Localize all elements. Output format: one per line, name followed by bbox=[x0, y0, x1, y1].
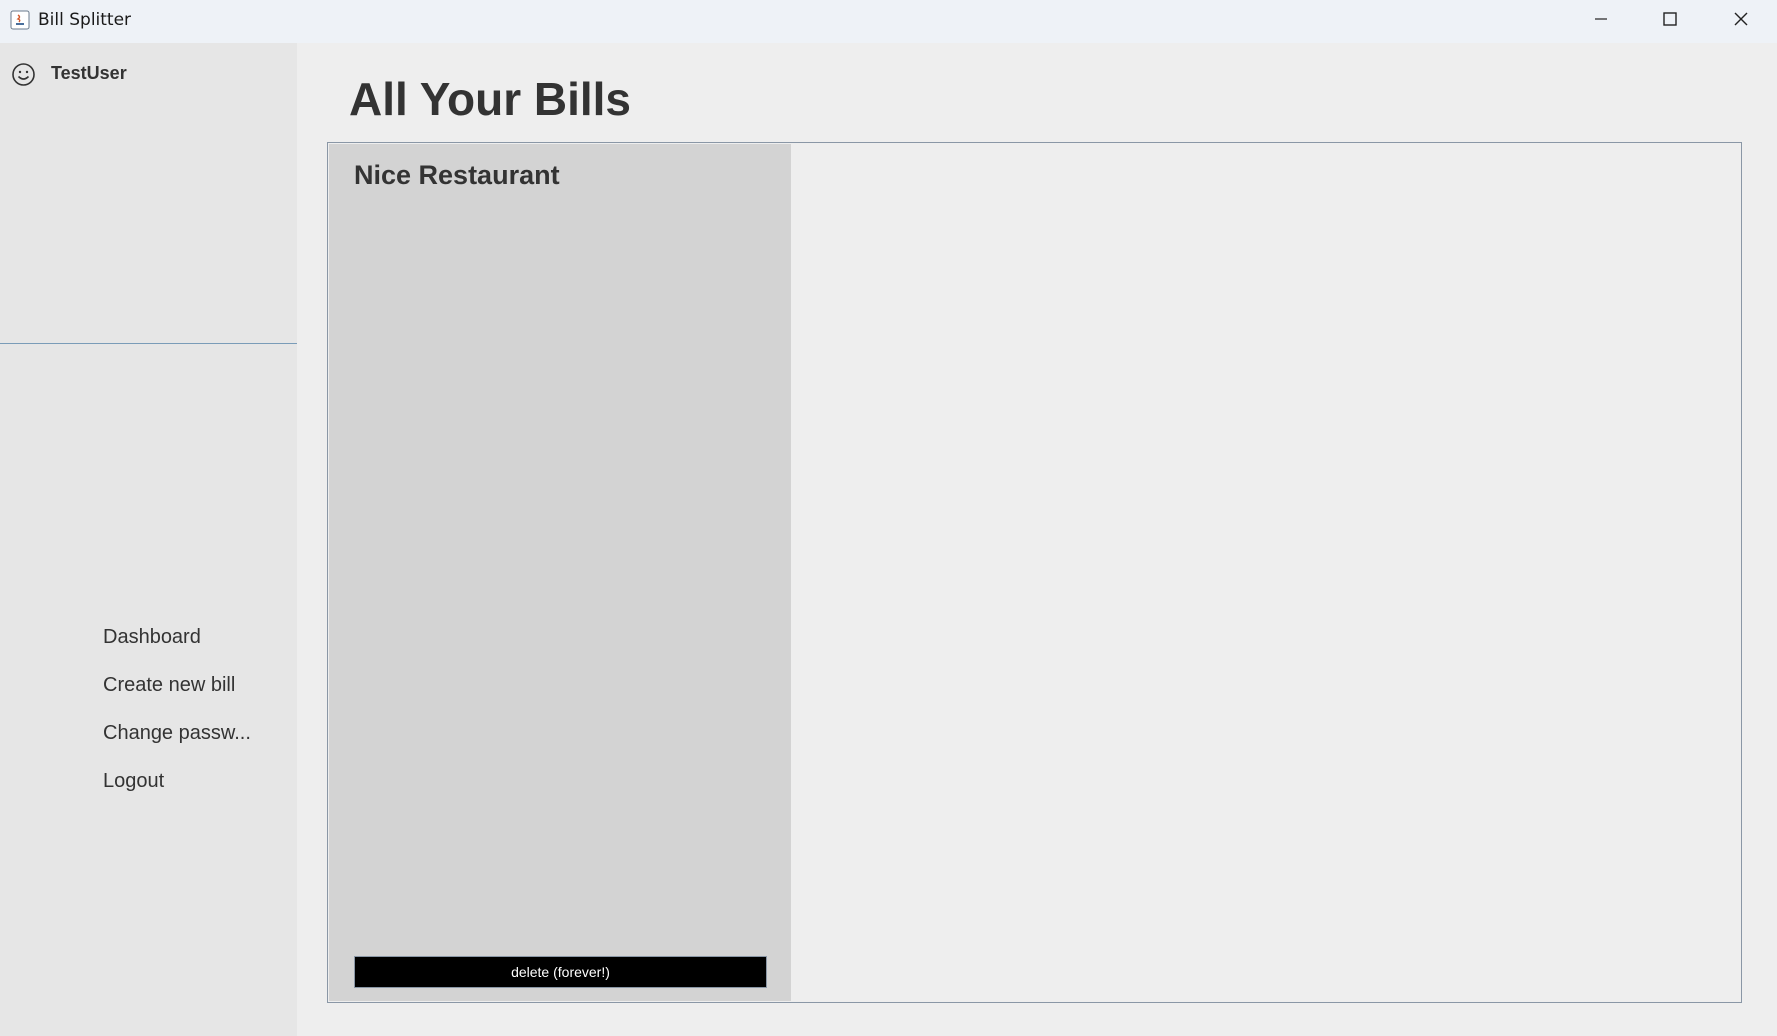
smiley-icon bbox=[11, 62, 36, 87]
close-button[interactable] bbox=[1707, 0, 1775, 43]
close-icon bbox=[1733, 11, 1749, 32]
title-bar[interactable]: Bill Splitter bbox=[0, 0, 1777, 43]
nav-item-create-new-bill[interactable]: Create new bill bbox=[103, 661, 251, 709]
bill-name: Nice Restaurant bbox=[354, 160, 560, 190]
delete-bill-button[interactable]: delete (forever!) bbox=[354, 956, 767, 988]
sidebar-divider bbox=[0, 343, 297, 344]
bills-panel: Nice Restaurant delete (forever!) bbox=[327, 142, 1742, 1003]
minimize-button[interactable] bbox=[1567, 0, 1635, 43]
java-app-icon bbox=[9, 9, 31, 31]
window-title: Bill Splitter bbox=[38, 10, 132, 30]
maximize-button[interactable] bbox=[1636, 0, 1704, 43]
bill-card: Nice Restaurant delete (forever!) bbox=[329, 144, 791, 1001]
nav-item-change-password[interactable]: Change passw... bbox=[103, 709, 251, 757]
sidebar: TestUser Dashboard Create new bill Chang… bbox=[0, 43, 297, 1036]
page-title: All Your Bills bbox=[349, 73, 632, 125]
app-window: Bill Splitter TestUser Dashboard Create … bbox=[0, 0, 1777, 1036]
sidebar-nav: Dashboard Create new bill Change passw..… bbox=[103, 613, 251, 805]
nav-item-logout[interactable]: Logout bbox=[103, 757, 251, 805]
maximize-icon bbox=[1662, 11, 1678, 32]
minimize-icon bbox=[1593, 11, 1609, 32]
user-name: TestUser bbox=[51, 63, 127, 83]
nav-item-dashboard[interactable]: Dashboard bbox=[103, 613, 251, 661]
